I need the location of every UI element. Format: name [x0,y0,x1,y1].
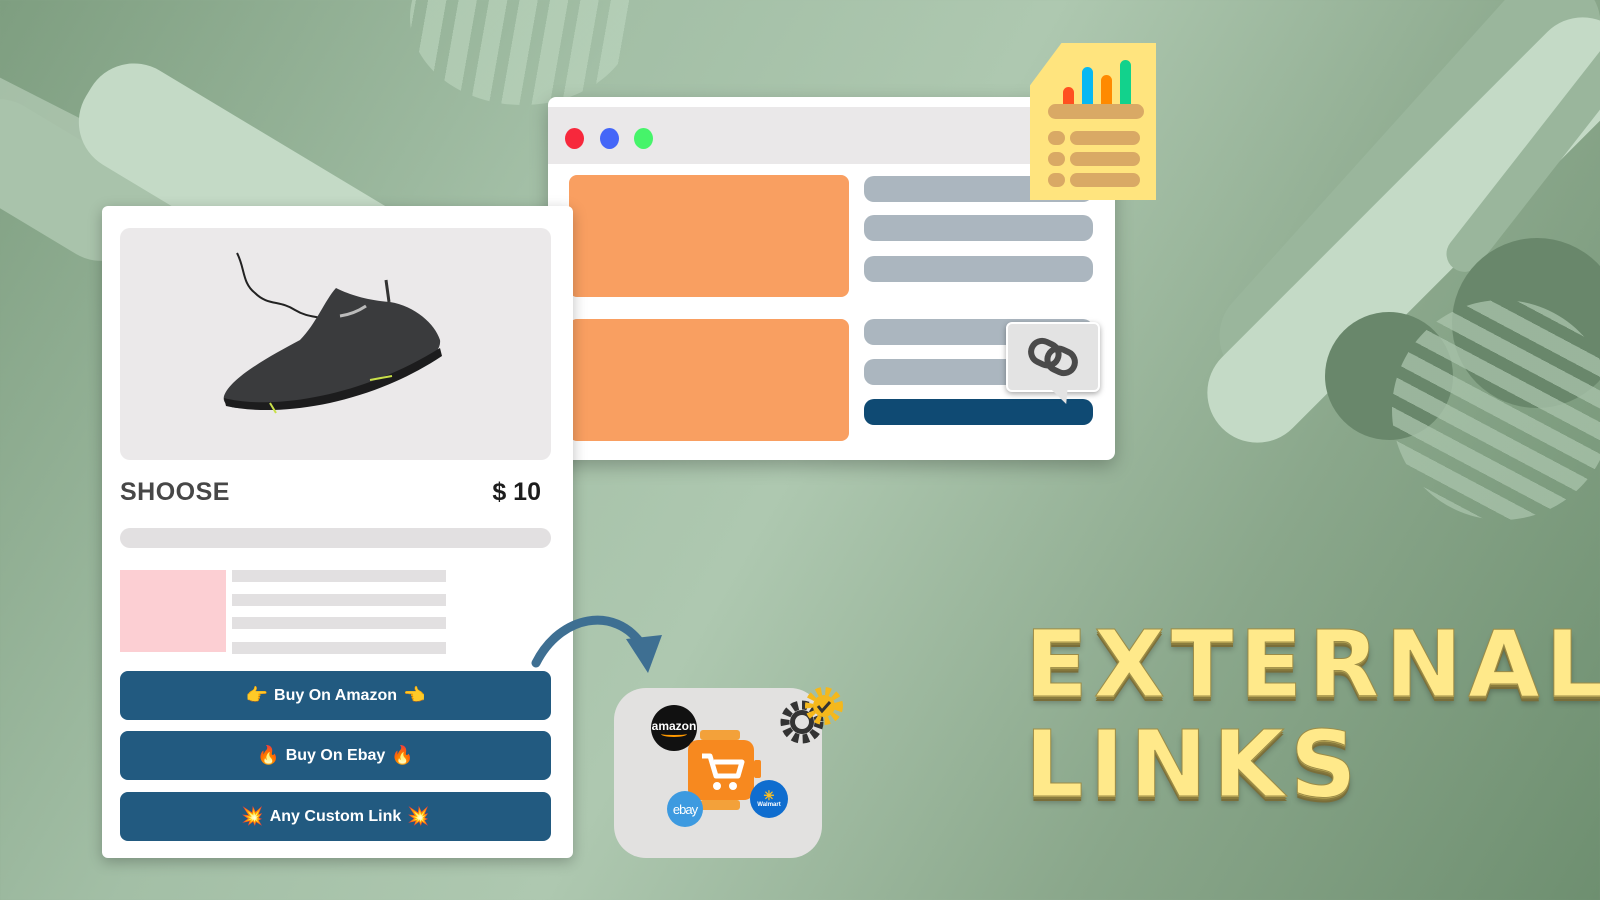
report-pill [1070,152,1140,166]
content-block [569,319,849,441]
browser-window-mockup [548,97,1115,460]
report-bar [1101,75,1112,105]
report-pill [1048,173,1065,187]
headline: EXTERNAL LINKS [1024,611,1600,818]
report-pill [1048,152,1065,166]
bg-striped-circle [1392,300,1600,520]
ebay-logo: ebay [667,791,703,827]
headline-line-2: LINKS [1024,711,1363,818]
report-pill [1048,131,1065,145]
placeholder-bar [120,528,551,548]
fire-icon: 🔥 [391,745,414,766]
walmart-logo: ✳ Walmart [750,780,788,818]
minimize-dot[interactable] [600,128,619,149]
explosion-icon: 💥 [241,806,264,827]
close-dot[interactable] [565,128,584,149]
headline-line-1: EXTERNAL [1024,611,1600,718]
placeholder-line [232,617,446,629]
report-document-icon [1030,43,1156,200]
bg-striped-circle-top [410,0,635,105]
pointing-left-icon: 👈 [402,685,426,706]
custom-link-button[interactable]: 💥 Any Custom Link 💥 [120,792,551,841]
report-bar [1082,67,1093,105]
placeholder-line [232,570,446,582]
placeholder-line [232,594,446,606]
gear-check-icon [780,687,843,744]
curved-arrow-icon [531,615,662,673]
button-label: Buy On Ebay [285,746,386,764]
product-price: $ 10 [492,478,541,506]
pointing-right-icon: 👉 [245,685,269,706]
report-pill [1070,173,1140,187]
shoe-icon [223,252,442,414]
report-bar [1120,60,1131,105]
report-bar [1063,87,1074,105]
placeholder-line [864,215,1093,241]
link-tooltip [1006,322,1100,404]
product-card: SHOOSE $ 10 👉 Buy On Amazon 👈 🔥 Buy On E… [102,206,573,858]
report-pill [1048,104,1144,119]
maximize-dot[interactable] [634,128,653,149]
placeholder-thumbnail [120,570,226,652]
content-block [569,175,849,297]
explosion-icon: 💥 [407,806,430,827]
placeholder-line [864,256,1093,282]
buy-on-ebay-button[interactable]: 🔥 Buy On Ebay 🔥 [120,731,551,780]
fire-icon: 🔥 [257,745,280,766]
product-image[interactable] [120,228,551,460]
chain-link-icon [1028,337,1078,377]
placeholder-line [232,642,446,654]
buy-on-amazon-button[interactable]: 👉 Buy On Amazon 👈 [120,671,551,720]
report-pill [1070,131,1140,145]
button-label: Any Custom Link [269,807,402,825]
button-label: Buy On Amazon [274,686,397,704]
report-chart [1063,55,1143,105]
product-name: SHOOSE [120,478,230,506]
browser-titlebar [548,107,1115,164]
